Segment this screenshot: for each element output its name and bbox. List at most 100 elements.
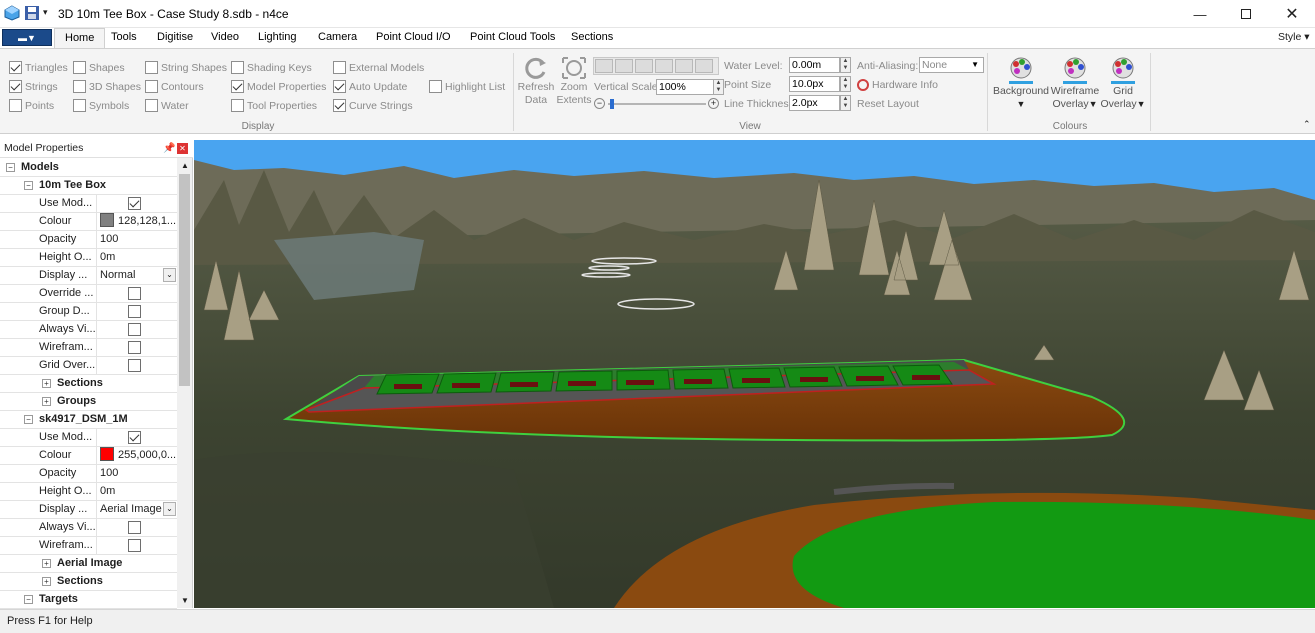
expand-icon[interactable]: + [42,397,51,406]
property-value[interactable] [96,519,177,536]
property-value[interactable] [96,537,177,554]
water-checkbox[interactable]: Water [145,96,227,115]
vertical-scale-spinner[interactable]: ▲ ▼ [713,79,724,95]
points-checkbox[interactable]: Points [9,96,68,115]
tab-video[interactable]: Video [201,28,249,48]
expand-icon[interactable]: + [42,559,51,568]
vertical-scale-slider[interactable]: − + [594,98,720,110]
collapse-ribbon-icon[interactable]: ⌃ [1303,119,1311,130]
property-checkbox[interactable] [128,359,141,372]
property-category[interactable]: + Aerial Image [0,555,177,573]
colour-swatch[interactable] [100,213,114,227]
zoom-extents-button[interactable]: Zoom Extents [556,55,592,107]
tab-digitise[interactable]: Digitise [147,28,203,48]
hardware-info-button[interactable]: Hardware Info [857,79,938,91]
view-back-icon[interactable] [675,59,693,73]
property-row[interactable]: Use Mod... [0,195,177,213]
3d-shapes-checkbox[interactable]: 3D Shapes [73,77,141,96]
external-models-checkbox[interactable]: External Models [333,58,424,77]
property-value[interactable]: 0m [96,249,177,266]
property-row[interactable]: Always Vi... [0,321,177,339]
expand-icon[interactable]: + [42,577,51,586]
property-checkbox[interactable] [128,305,141,318]
tab-camera[interactable]: Camera [308,28,367,48]
file-menu-button[interactable]: ▬▼ [2,29,52,46]
pin-icon[interactable]: 📌 [163,140,175,157]
view-right-icon[interactable] [655,59,673,73]
line-thickness-input[interactable]: 2.0px [789,95,840,111]
chevron-down-icon[interactable]: ⌄ [163,502,176,516]
chevron-down-icon[interactable]: ⌄ [163,268,176,282]
save-icon[interactable] [24,5,40,21]
property-value[interactable]: 0m [96,483,177,500]
contours-checkbox[interactable]: Contours [145,77,227,96]
property-value[interactable]: 128,128,1... [96,213,177,230]
property-row[interactable]: Colour 255,000,0... [0,447,177,465]
property-value[interactable]: Aerial Image ⌄ [96,501,177,518]
tab-tools[interactable]: Tools [101,28,147,48]
panel-close-icon[interactable]: ✕ [177,143,188,154]
property-category[interactable]: + Sections [0,375,177,393]
3d-viewport[interactable] [194,140,1315,608]
panel-scrollbar[interactable]: ▲ ▼ [177,158,192,608]
property-row[interactable]: Always Vi... [0,519,177,537]
auto-update-checkbox[interactable]: Auto Update [333,77,424,96]
property-value[interactable] [96,321,177,338]
property-row[interactable]: Override ... [0,285,177,303]
tab-point-cloud-io[interactable]: Point Cloud I/O [366,28,461,48]
wireframe-overlay-button[interactable]: Wireframe Overlay▼ [1050,55,1100,111]
tab-home[interactable]: Home [54,28,106,49]
property-category[interactable]: + Groups [0,393,177,411]
property-category[interactable]: − Models [0,159,177,177]
view-iso-icon[interactable] [695,59,713,73]
background-colour-button[interactable]: Background ▼ [992,55,1050,111]
property-value[interactable] [96,285,177,302]
model-properties-checkbox[interactable]: Model Properties [231,77,326,96]
close-button[interactable]: ✕ [1269,0,1315,28]
vertical-scale-input[interactable]: 100% [656,79,714,95]
property-row[interactable]: Height O... 0m [0,483,177,501]
triangles-checkbox[interactable]: Triangles [9,58,68,77]
property-value[interactable] [96,357,177,374]
tab-sections[interactable]: Sections [561,28,623,48]
collapse-icon[interactable]: − [24,415,33,424]
property-row[interactable]: Wirefram... [0,339,177,357]
collapse-icon[interactable]: − [24,181,33,190]
property-row[interactable]: Grid Over... [0,357,177,375]
tool-properties-checkbox[interactable]: Tool Properties [231,96,326,115]
view-top-icon[interactable] [595,59,613,73]
collapse-icon[interactable]: − [6,163,15,172]
property-row[interactable]: Height O... 0m [0,249,177,267]
property-row[interactable]: Display ... Aerial Image ⌄ [0,501,177,519]
property-row[interactable]: Wirefram... [0,537,177,555]
tab-point-cloud-tools[interactable]: Point Cloud Tools [460,28,565,48]
property-value[interactable] [96,195,177,212]
property-value[interactable] [96,429,177,446]
property-checkbox[interactable] [128,197,141,210]
property-category[interactable]: − sk4917_DSM_1M [0,411,177,429]
reset-layout-button[interactable]: Reset Layout [857,98,919,110]
point-size-spinner[interactable]: ▲ ▼ [840,76,851,92]
property-row[interactable]: Colour 128,128,1... [0,213,177,231]
curve-strings-checkbox[interactable]: Curve Strings [333,96,424,115]
tab-lighting[interactable]: Lighting [248,28,307,48]
collapse-icon[interactable]: − [24,595,33,604]
property-checkbox[interactable] [128,287,141,300]
property-row[interactable]: Display ... Normal ⌄ [0,267,177,285]
property-value[interactable] [96,339,177,356]
view-front-icon[interactable] [615,59,633,73]
property-row[interactable]: Group D... [0,303,177,321]
property-value[interactable]: 100 [96,465,177,482]
property-checkbox[interactable] [128,431,141,444]
view-left-icon[interactable] [635,59,653,73]
property-category[interactable]: −10m Tee Box [0,177,177,195]
property-value[interactable] [96,303,177,320]
highlight-list-checkbox[interactable]: Highlight List [429,77,505,96]
quick-access-dropdown-icon[interactable]: ▾ [43,7,48,18]
string-shapes-checkbox[interactable]: String Shapes [145,58,227,77]
refresh-data-button[interactable]: Refresh Data [518,55,554,107]
expand-icon[interactable]: + [42,379,51,388]
shading-keys-checkbox[interactable]: Shading Keys [231,58,326,77]
shapes-checkbox[interactable]: Shapes [73,58,141,77]
water-level-spinner[interactable]: ▲ ▼ [840,57,851,73]
